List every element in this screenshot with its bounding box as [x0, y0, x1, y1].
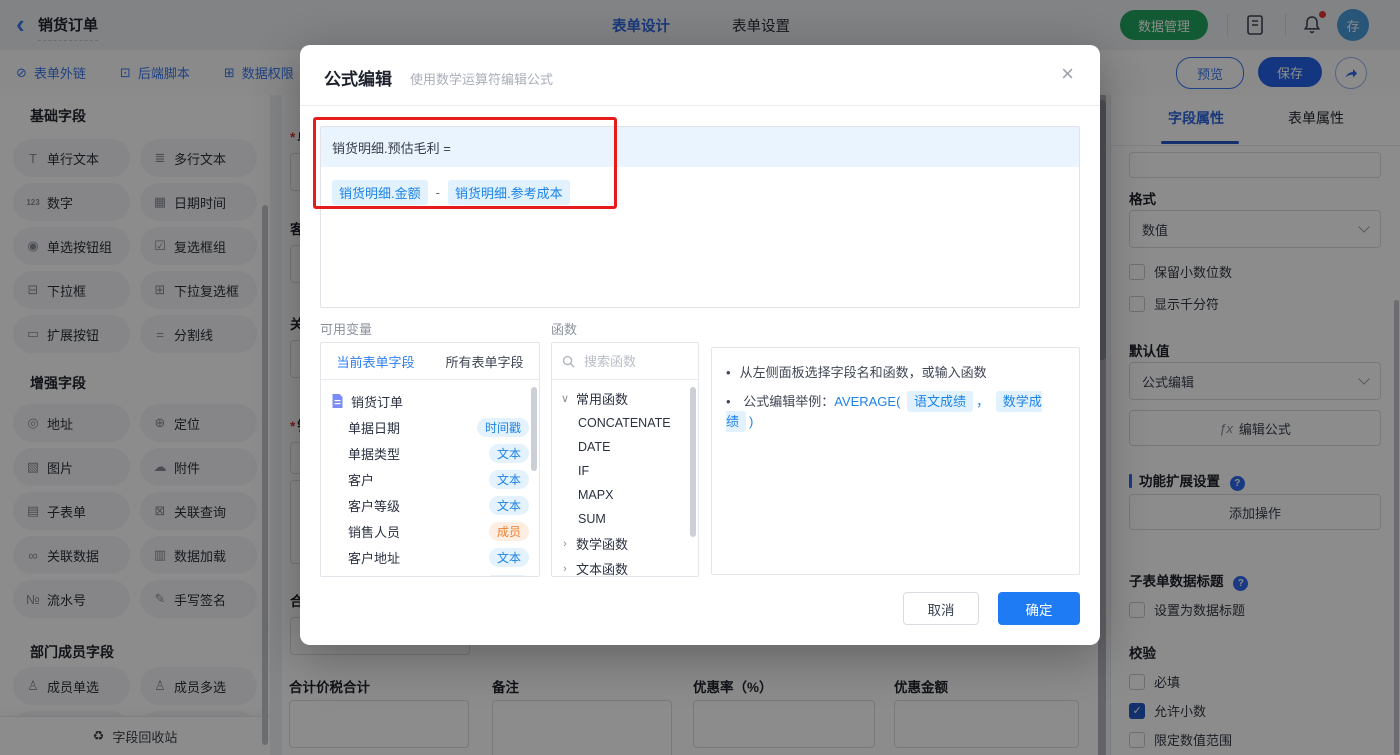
function-search-input[interactable] [582, 352, 686, 370]
search-icon [562, 355, 575, 368]
minus-operator: - [435, 185, 440, 200]
group-label: 文本函数 [576, 562, 629, 577]
function-item[interactable]: MAPX [552, 483, 698, 507]
group-label: 数学函数 [576, 537, 629, 552]
type-badge: 文本 [488, 495, 529, 515]
variables-scrollbar[interactable] [531, 387, 537, 471]
type-badge: 文本 [488, 547, 529, 567]
function-group-common[interactable]: ∨ 常用函数 [552, 386, 698, 411]
tree-root-label: 销货订单 [351, 394, 404, 410]
tab-all-form-fields[interactable]: 所有表单字段 [430, 343, 539, 379]
tip-example-line: 公式编辑举例：AVERAGE( 语文成绩， 数学成绩) [726, 391, 1065, 432]
formula-field-chip[interactable]: 销货明细.参考成本 [447, 180, 570, 205]
function-group-math[interactable]: › 数学函数 [552, 531, 698, 556]
formula-editor-area[interactable]: 销货明细.预估毛利 = 销货明细.金额 - 销货明细.参考成本 [320, 126, 1080, 308]
divider [300, 105, 1100, 106]
variable-row[interactable]: 客户等级 文本 [321, 492, 539, 518]
group-label: 常用函数 [576, 392, 629, 407]
variable-name: 单据日期 [348, 420, 401, 436]
function-item[interactable]: CONCATENATE [552, 411, 698, 435]
variable-name: 单据类型 [348, 446, 401, 462]
function-group-text[interactable]: › 文本函数 [552, 556, 698, 577]
document-icon [332, 394, 343, 408]
modal-title: 公式编辑 [324, 70, 392, 89]
chevron-closed-icon: › [563, 562, 567, 575]
variable-name: 客户地址 [348, 550, 401, 566]
function-search[interactable] [552, 343, 698, 380]
variable-row-partial[interactable] [321, 570, 539, 576]
variables-tree: 销货订单 单据日期 时间戳 单据类型 文本 客户 文本 客户等级 文本 销售人员 成员 客… [321, 380, 539, 576]
tip-line: 从左侧面板选择字段名和函数，或输入函数 [726, 363, 1065, 383]
formula-field-chip[interactable]: 销货明细.金额 [332, 180, 428, 205]
variable-name: 销售人员 [348, 524, 401, 540]
variable-row[interactable]: 客户地址 文本 [321, 544, 539, 570]
example-close-paren: ) [749, 414, 754, 429]
functions-scrollbar[interactable] [690, 387, 696, 537]
chevron-closed-icon: › [563, 537, 567, 550]
chevron-open-icon: ∨ [560, 393, 570, 405]
function-item[interactable]: SUM [552, 507, 698, 531]
variables-panel: 当前表单字段 所有表单字段 销货订单 单据日期 时间戳 单据类型 文本 客户 文本 客… [320, 342, 540, 577]
variable-name: 客户 [348, 472, 375, 488]
variable-row[interactable]: 销售人员 成员 [321, 518, 539, 544]
close-icon[interactable]: × [1061, 63, 1074, 85]
type-badge: 成员 [488, 521, 529, 541]
tips-panel: 从左侧面板选择字段名和函数，或输入函数 公式编辑举例：AVERAGE( 语文成绩… [711, 347, 1080, 575]
tab-current-form-fields[interactable]: 当前表单字段 [321, 343, 430, 379]
variable-row[interactable]: 客户 文本 [321, 466, 539, 492]
example-comma: ， [976, 394, 990, 409]
variables-caption: 可用变量 [320, 322, 373, 337]
type-badge: 文本 [488, 469, 529, 489]
formula-editor-modal: 公式编辑 使用数学运算符编辑公式 × 销货明细.预估毛利 = 销货明细.金额 -… [300, 45, 1100, 645]
example-chip: 语文成绩 [907, 391, 974, 412]
modal-subtitle: 使用数学运算符编辑公式 [410, 72, 554, 87]
type-badge: 文本 [488, 443, 529, 463]
functions-caption: 函数 [551, 322, 578, 337]
functions-panel: ∨ 常用函数 CONCATENATE DATE IF MAPX SUM › 数学函数… [551, 342, 699, 577]
tip-text: 从左侧面板选择字段名和函数，或输入函数 [739, 365, 987, 380]
cancel-button[interactable]: 取消 [903, 592, 979, 625]
tip-text: 公式编辑举例： [743, 394, 835, 409]
example-function: AVERAGE( [834, 394, 901, 409]
confirm-button[interactable]: 确定 [998, 592, 1080, 625]
type-badge [485, 575, 529, 576]
type-badge: 时间戳 [476, 417, 529, 437]
formula-target-row: 销货明细.预估毛利 = [321, 127, 1079, 167]
variables-tabs: 当前表单字段 所有表单字段 [321, 343, 539, 380]
function-item[interactable]: DATE [552, 435, 698, 459]
formula-target-text: 销货明细.预估毛利 = [332, 140, 451, 156]
function-item[interactable]: IF [552, 459, 698, 483]
formula-expression-row[interactable]: 销货明细.金额 - 销货明细.参考成本 [321, 167, 1079, 218]
variable-row[interactable]: 单据日期 时间戳 [321, 414, 539, 440]
variable-name: 客户等级 [348, 498, 401, 514]
variable-row[interactable]: 单据类型 文本 [321, 440, 539, 466]
tree-root-form[interactable]: 销货订单 [321, 388, 539, 414]
